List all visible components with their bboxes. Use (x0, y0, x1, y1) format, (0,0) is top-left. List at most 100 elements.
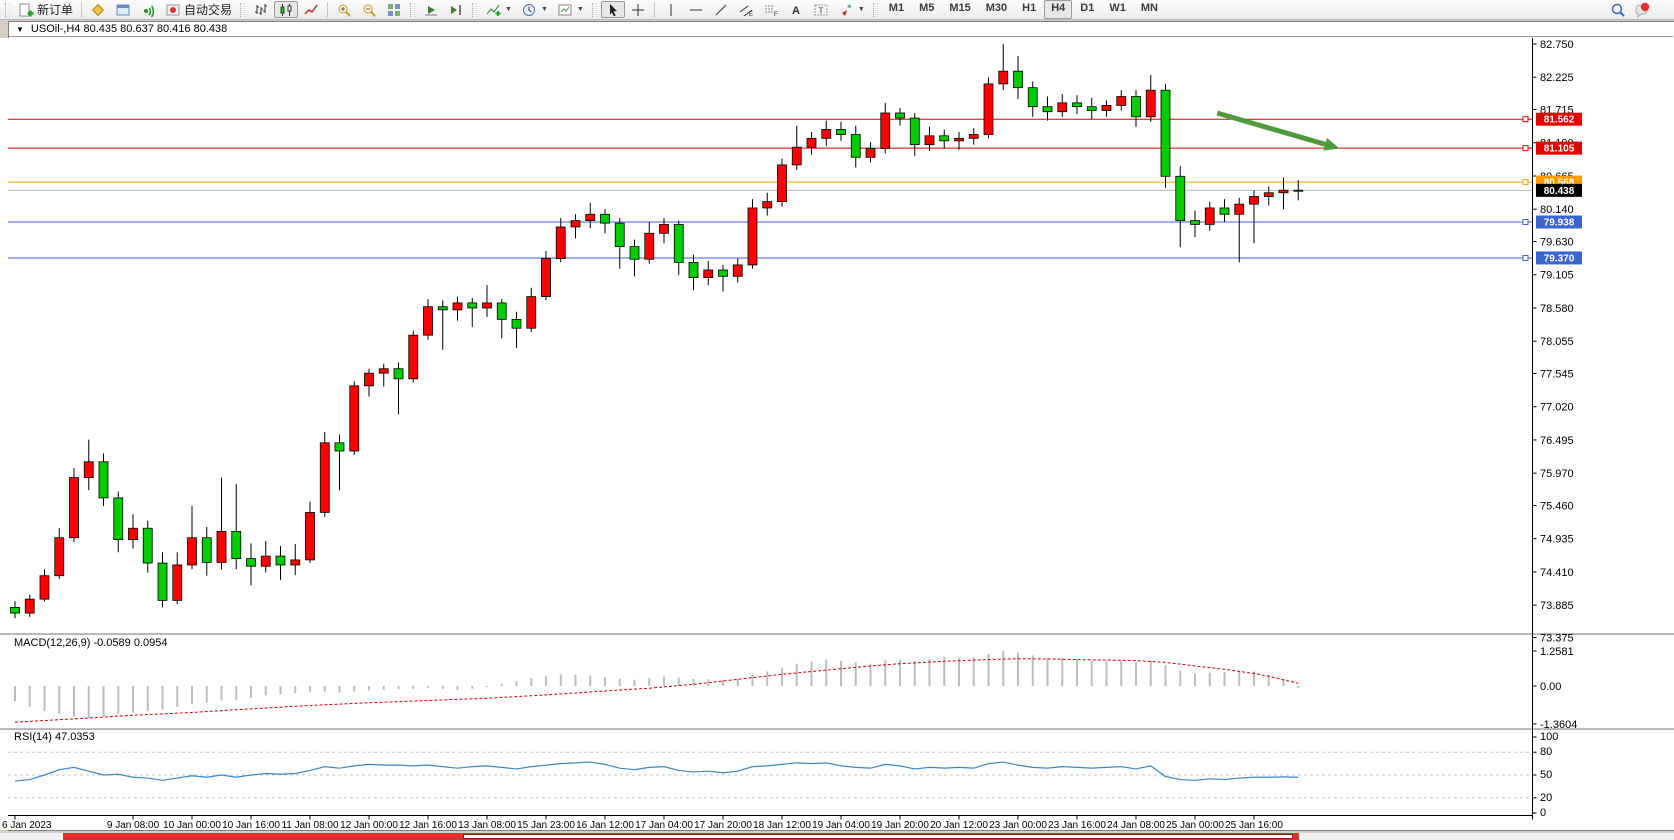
timeframe-h4-button[interactable]: H4 (1044, 0, 1072, 19)
auto-scroll-button[interactable] (419, 1, 443, 18)
svg-text:80: 80 (1540, 746, 1552, 758)
svg-text:20: 20 (1540, 792, 1552, 804)
svg-text:82.225: 82.225 (1540, 72, 1574, 84)
toolbar-grip[interactable] (873, 3, 878, 17)
rsi-indicator-label: RSI(14) 47.0353 (14, 731, 95, 743)
trendline-tool-button[interactable] (709, 1, 733, 18)
signal-icon (140, 2, 156, 18)
svg-text:79.105: 79.105 (1540, 270, 1574, 282)
svg-text:23 Jan 16:00: 23 Jan 16:00 (1048, 820, 1106, 830)
line-chart-icon (303, 2, 319, 18)
line-chart-mode-button[interactable] (299, 1, 323, 18)
signals-button[interactable] (136, 1, 160, 18)
fibonacci-tool-button[interactable]: F (759, 1, 783, 18)
charts-button[interactable] (111, 1, 135, 18)
fibonacci-icon: F (763, 2, 779, 18)
svg-text:11 Jan 08:00: 11 Jan 08:00 (281, 820, 339, 830)
toolbar-grip[interactable] (410, 3, 415, 17)
new-order-button[interactable]: 新订单 (14, 1, 77, 18)
svg-text:79.938: 79.938 (1544, 217, 1575, 228)
chevron-down-icon: ▼ (541, 6, 548, 13)
toolbar-grip[interactable] (472, 3, 477, 17)
text-label-tool-button[interactable]: T (809, 1, 833, 18)
svg-text:50: 50 (1540, 769, 1552, 781)
timeframe-m15-button[interactable]: M15 (942, 0, 977, 19)
svg-text:81.562: 81.562 (1544, 115, 1575, 126)
svg-text:15 Jan 23:00: 15 Jan 23:00 (517, 820, 575, 830)
chevron-down-icon: ▼ (858, 6, 865, 13)
crosshair-tool-button[interactable] (626, 1, 650, 18)
search-icon[interactable] (1610, 2, 1626, 18)
candlestick-mode-button[interactable] (274, 1, 298, 18)
svg-text:-1.3604: -1.3604 (1540, 719, 1577, 731)
chart-canvas[interactable]: 82.75082.22581.71581.19080.66580.14079.6… (0, 38, 1674, 830)
toolbar-grip[interactable] (592, 3, 597, 17)
bar-chart-mode-button[interactable] (249, 1, 273, 18)
horizontal-line-icon (688, 2, 704, 18)
chart-title: USOil-,H4 80.435 80.637 80.416 80.438 (31, 23, 227, 35)
hline-handle[interactable] (1523, 146, 1528, 151)
svg-text:79.630: 79.630 (1540, 236, 1574, 248)
svg-text:12 Jan 16:00: 12 Jan 16:00 (399, 820, 457, 830)
timeframe-h1-button[interactable]: H1 (1015, 0, 1043, 19)
timeframe-m5-button[interactable]: M5 (912, 0, 941, 19)
hline-handle[interactable] (1523, 255, 1528, 260)
svg-text:74.935: 74.935 (1540, 534, 1574, 546)
svg-text:73.885: 73.885 (1540, 600, 1574, 612)
vertical-line-tool-button[interactable] (659, 1, 683, 18)
new-order-icon (18, 2, 34, 18)
hline-handle[interactable] (1523, 180, 1528, 185)
auto-trading-button[interactable]: 自动交易 (161, 1, 236, 18)
toolbar-separator (327, 2, 328, 17)
timeframes-menu-button[interactable]: ▼ (517, 1, 552, 18)
svg-text:81.105: 81.105 (1544, 144, 1575, 155)
templates-button[interactable]: ▼ (553, 1, 588, 18)
timeframe-m30-button[interactable]: M30 (979, 0, 1014, 19)
crosshair-icon (630, 2, 646, 18)
toolbar-grip[interactable] (240, 3, 245, 17)
svg-text:77.545: 77.545 (1540, 368, 1574, 380)
zoom-out-button[interactable] (357, 1, 381, 18)
notifications-icon[interactable] (1634, 2, 1650, 18)
tile-windows-icon (386, 2, 402, 18)
zoom-in-button[interactable] (332, 1, 356, 18)
svg-text:80.438: 80.438 (1544, 186, 1575, 197)
background-window-pill (463, 834, 1293, 839)
chart-shift-button[interactable] (444, 1, 468, 18)
hline-handle[interactable] (1523, 117, 1528, 122)
svg-text:25 Jan 00:00: 25 Jan 00:00 (1166, 820, 1224, 830)
arrows-icon (838, 2, 854, 18)
indicators-button[interactable]: ▼ (481, 1, 516, 18)
arrows-tool-button[interactable]: ▼ (834, 1, 869, 18)
svg-text:24 Jan 08:00: 24 Jan 08:00 (1107, 820, 1165, 830)
toolbar-grip[interactable] (5, 3, 10, 17)
svg-text:75.970: 75.970 (1540, 468, 1574, 480)
svg-text:77.020: 77.020 (1540, 402, 1574, 414)
indicators-plus-icon (485, 2, 501, 18)
tile-windows-button[interactable] (382, 1, 406, 18)
svg-text:79.370: 79.370 (1544, 253, 1575, 264)
text-icon: A (788, 2, 804, 18)
svg-text:13 Jan 08:00: 13 Jan 08:00 (458, 820, 516, 830)
cursor-tool-button[interactable] (601, 1, 625, 18)
hline-handle[interactable] (1523, 219, 1528, 224)
chart-title-bar[interactable]: ▼ USOil-,H4 80.435 80.637 80.416 80.438 (9, 22, 1673, 37)
symbols-button[interactable] (86, 1, 110, 18)
timeframe-mn-button[interactable]: MN (1134, 0, 1165, 19)
horizontal-line-tool-button[interactable] (684, 1, 708, 18)
svg-text:12 Jan 00:00: 12 Jan 00:00 (340, 820, 398, 830)
chevron-down-icon: ▼ (505, 6, 512, 13)
text-label-icon: T (813, 2, 829, 18)
toolbar-separator (654, 2, 655, 17)
timeframe-w1-button[interactable]: W1 (1102, 0, 1133, 19)
channel-tool-button[interactable]: E (734, 1, 758, 18)
collapse-triangle-icon[interactable]: ▼ (16, 25, 24, 34)
template-icon (557, 2, 573, 18)
svg-text:74.410: 74.410 (1540, 567, 1574, 579)
text-tool-button[interactable]: A (784, 1, 808, 18)
timeframe-d1-button[interactable]: D1 (1073, 0, 1101, 19)
auto-trading-label: 自动交易 (184, 1, 232, 18)
main-toolbar: 新订单 自动交易 ▼ ▼ (0, 0, 1674, 20)
svg-text:17 Jan 20:00: 17 Jan 20:00 (694, 820, 752, 830)
timeframe-m1-button[interactable]: M1 (882, 0, 911, 19)
